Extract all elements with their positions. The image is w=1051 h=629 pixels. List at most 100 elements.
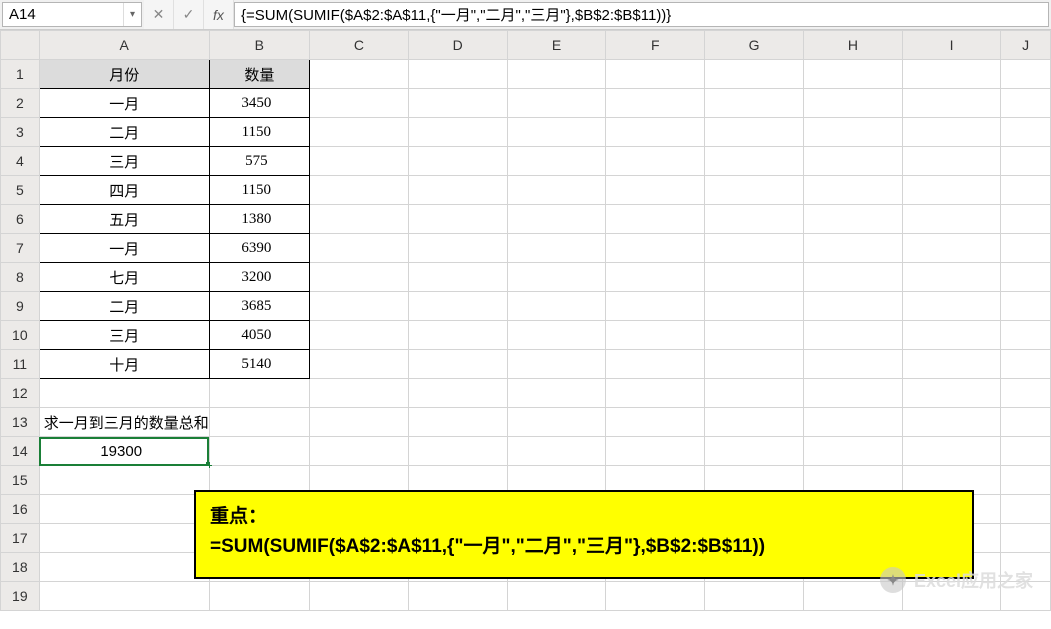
spreadsheet-grid[interactable]: A B C D E F G H I J 1月份数量2一月34503二月11504… bbox=[0, 30, 1051, 611]
cell-D5[interactable] bbox=[408, 176, 507, 205]
cell-G10[interactable] bbox=[705, 321, 804, 350]
col-header-E[interactable]: E bbox=[507, 31, 606, 60]
name-box[interactable]: A14 bbox=[3, 3, 123, 26]
row-header-19[interactable]: 19 bbox=[1, 582, 40, 611]
cell-H14[interactable] bbox=[804, 437, 903, 466]
cell-A13[interactable]: 求一月到三月的数量总和 bbox=[39, 408, 209, 437]
cell-G5[interactable] bbox=[705, 176, 804, 205]
cell-J16[interactable] bbox=[1001, 495, 1051, 524]
cell-H7[interactable] bbox=[804, 234, 903, 263]
cell-E19[interactable] bbox=[507, 582, 606, 611]
cell-A2[interactable]: 一月 bbox=[39, 89, 209, 118]
cell-D7[interactable] bbox=[408, 234, 507, 263]
cell-H1[interactable] bbox=[804, 60, 903, 89]
cell-H11[interactable] bbox=[804, 350, 903, 379]
col-header-B[interactable]: B bbox=[209, 31, 309, 60]
select-all-corner[interactable] bbox=[1, 31, 40, 60]
cell-J17[interactable] bbox=[1001, 524, 1051, 553]
cell-G13[interactable] bbox=[705, 408, 804, 437]
cell-I7[interactable] bbox=[902, 234, 1000, 263]
cell-G7[interactable] bbox=[705, 234, 804, 263]
cell-J11[interactable] bbox=[1001, 350, 1051, 379]
cell-A5[interactable]: 四月 bbox=[39, 176, 209, 205]
cell-C1[interactable] bbox=[309, 60, 408, 89]
cell-E6[interactable] bbox=[507, 205, 606, 234]
cell-B1[interactable]: 数量 bbox=[209, 60, 309, 89]
cell-F7[interactable] bbox=[606, 234, 705, 263]
cell-F12[interactable] bbox=[606, 379, 705, 408]
cell-G14[interactable] bbox=[705, 437, 804, 466]
cell-A3[interactable]: 二月 bbox=[39, 118, 209, 147]
cell-E5[interactable] bbox=[507, 176, 606, 205]
cell-G11[interactable] bbox=[705, 350, 804, 379]
cell-C6[interactable] bbox=[309, 205, 408, 234]
cell-D19[interactable] bbox=[408, 582, 507, 611]
cell-E11[interactable] bbox=[507, 350, 606, 379]
cell-B12[interactable] bbox=[209, 379, 309, 408]
cell-H5[interactable] bbox=[804, 176, 903, 205]
cell-I13[interactable] bbox=[902, 408, 1000, 437]
cell-F13[interactable] bbox=[606, 408, 705, 437]
row-header-5[interactable]: 5 bbox=[1, 176, 40, 205]
cell-G12[interactable] bbox=[705, 379, 804, 408]
cell-H3[interactable] bbox=[804, 118, 903, 147]
cell-H8[interactable] bbox=[804, 263, 903, 292]
cell-I5[interactable] bbox=[902, 176, 1000, 205]
cell-A4[interactable]: 三月 bbox=[39, 147, 209, 176]
row-header-7[interactable]: 7 bbox=[1, 234, 40, 263]
cell-G3[interactable] bbox=[705, 118, 804, 147]
cell-A11[interactable]: 十月 bbox=[39, 350, 209, 379]
cell-D8[interactable] bbox=[408, 263, 507, 292]
cell-B5[interactable]: 1150 bbox=[209, 176, 309, 205]
cell-G2[interactable] bbox=[705, 89, 804, 118]
cell-H2[interactable] bbox=[804, 89, 903, 118]
col-header-D[interactable]: D bbox=[408, 31, 507, 60]
cell-G19[interactable] bbox=[705, 582, 804, 611]
cell-G8[interactable] bbox=[705, 263, 804, 292]
cell-H13[interactable] bbox=[804, 408, 903, 437]
cell-C2[interactable] bbox=[309, 89, 408, 118]
cell-D9[interactable] bbox=[408, 292, 507, 321]
cell-J12[interactable] bbox=[1001, 379, 1051, 408]
cell-C14[interactable] bbox=[309, 437, 408, 466]
col-header-F[interactable]: F bbox=[606, 31, 705, 60]
cell-D12[interactable] bbox=[408, 379, 507, 408]
cell-J15[interactable] bbox=[1001, 466, 1051, 495]
col-header-G[interactable]: G bbox=[705, 31, 804, 60]
cell-C10[interactable] bbox=[309, 321, 408, 350]
cell-F10[interactable] bbox=[606, 321, 705, 350]
row-header-18[interactable]: 18 bbox=[1, 553, 40, 582]
cell-C3[interactable] bbox=[309, 118, 408, 147]
cell-C7[interactable] bbox=[309, 234, 408, 263]
cell-J6[interactable] bbox=[1001, 205, 1051, 234]
cell-A9[interactable]: 二月 bbox=[39, 292, 209, 321]
cell-B2[interactable]: 3450 bbox=[209, 89, 309, 118]
cell-I6[interactable] bbox=[902, 205, 1000, 234]
cell-C13[interactable] bbox=[309, 408, 408, 437]
col-header-A[interactable]: A bbox=[39, 31, 209, 60]
cell-B11[interactable]: 5140 bbox=[209, 350, 309, 379]
cell-J9[interactable] bbox=[1001, 292, 1051, 321]
cell-E8[interactable] bbox=[507, 263, 606, 292]
cell-I9[interactable] bbox=[902, 292, 1000, 321]
col-header-C[interactable]: C bbox=[309, 31, 408, 60]
cell-G9[interactable] bbox=[705, 292, 804, 321]
cell-C4[interactable] bbox=[309, 147, 408, 176]
cell-E9[interactable] bbox=[507, 292, 606, 321]
cell-H12[interactable] bbox=[804, 379, 903, 408]
cell-E10[interactable] bbox=[507, 321, 606, 350]
cell-C8[interactable] bbox=[309, 263, 408, 292]
cell-I1[interactable] bbox=[902, 60, 1000, 89]
cell-I12[interactable] bbox=[902, 379, 1000, 408]
cell-I14[interactable] bbox=[902, 437, 1000, 466]
cell-D10[interactable] bbox=[408, 321, 507, 350]
cell-F11[interactable] bbox=[606, 350, 705, 379]
cell-D11[interactable] bbox=[408, 350, 507, 379]
cell-D3[interactable] bbox=[408, 118, 507, 147]
cell-C11[interactable] bbox=[309, 350, 408, 379]
cell-I3[interactable] bbox=[902, 118, 1000, 147]
row-header-14[interactable]: 14 bbox=[1, 437, 40, 466]
cell-J10[interactable] bbox=[1001, 321, 1051, 350]
cell-C19[interactable] bbox=[309, 582, 408, 611]
cell-A7[interactable]: 一月 bbox=[39, 234, 209, 263]
